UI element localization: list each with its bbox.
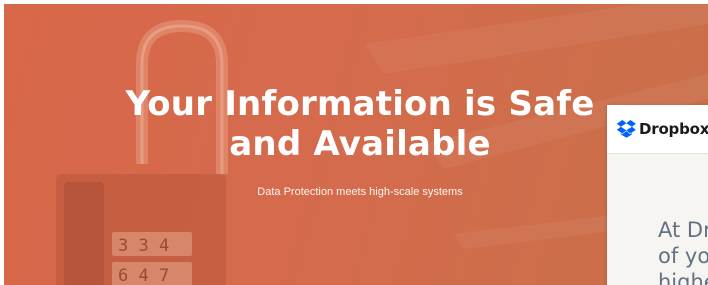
dropbox-brand-name: Dropbox [639, 120, 708, 138]
svg-text:3 3 4: 3 3 4 [118, 236, 169, 256]
page-frame: 3 3 4 6 4 7 Your Information is Safe and… [0, 0, 708, 285]
overlay-body-text: At Dr of you highe [658, 217, 708, 285]
dropbox-logo[interactable]: Dropbox [616, 120, 708, 138]
overlay-header: Dropbox [607, 105, 708, 154]
hero-banner: 3 3 4 6 4 7 Your Information is Safe and… [4, 4, 708, 285]
dropbox-logo-icon [616, 120, 636, 138]
hero-title: Your Information is Safe and Available [4, 84, 708, 164]
hero-title-line-1: Your Information is Safe [125, 84, 595, 124]
hero-title-line-2: and Available [229, 124, 491, 164]
dropbox-overlay-panel: Dropbox At Dr of you highe [607, 105, 708, 285]
overlay-body-line-3: highe [658, 270, 708, 285]
overlay-body-line-1: At Dr [658, 218, 708, 242]
overlay-body-line-2: of you [658, 244, 708, 268]
svg-text:6 4 7: 6 4 7 [118, 266, 169, 285]
hero-subtitle: Data Protection meets high-scale systems [257, 186, 463, 198]
